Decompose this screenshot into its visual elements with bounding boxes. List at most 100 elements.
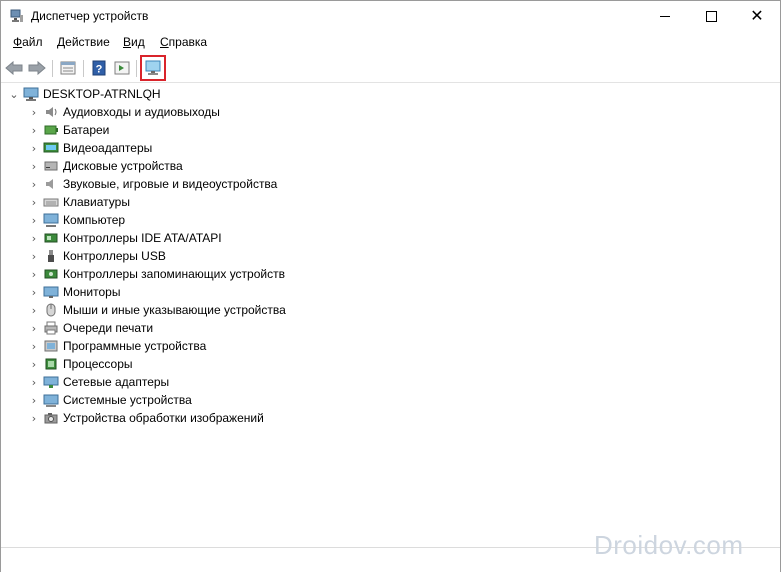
help-button[interactable]: ? bbox=[89, 58, 109, 78]
tree-category-label: Очереди печати bbox=[63, 321, 154, 335]
tree-category-label: Процессоры bbox=[63, 357, 133, 371]
chevron-right-icon[interactable]: › bbox=[27, 103, 41, 121]
chevron-right-icon[interactable]: › bbox=[27, 229, 41, 247]
maximize-button[interactable] bbox=[688, 1, 734, 31]
processor-icon bbox=[43, 356, 59, 372]
chevron-right-icon[interactable]: › bbox=[27, 409, 41, 427]
maximize-icon bbox=[705, 10, 717, 22]
menu-action[interactable]: Действие bbox=[55, 35, 112, 49]
system-device-icon bbox=[43, 392, 59, 408]
properties-button[interactable] bbox=[58, 58, 78, 78]
tree-category-item[interactable]: › Контроллеры запоминающих устройств bbox=[27, 265, 285, 283]
chevron-right-icon[interactable]: › bbox=[27, 337, 41, 355]
forward-arrow-icon bbox=[28, 61, 46, 75]
tree-category-item[interactable]: › Звуковые, игровые и видеоустройства bbox=[27, 175, 278, 193]
minimize-icon bbox=[660, 15, 670, 17]
menu-help[interactable]: Справка bbox=[158, 35, 209, 49]
close-icon: ✕ bbox=[750, 6, 764, 25]
chevron-right-icon[interactable]: › bbox=[27, 283, 41, 301]
scan-hardware-icon bbox=[145, 60, 161, 75]
tree-category-label: Дисковые устройства bbox=[63, 159, 183, 173]
ide-controller-icon bbox=[43, 230, 59, 246]
printer-icon bbox=[43, 320, 59, 336]
menu-bar: Файл Действие Вид Справка bbox=[1, 33, 780, 53]
storage-controller-icon bbox=[43, 266, 59, 282]
tree-category-label: Видеоадаптеры bbox=[63, 141, 153, 155]
tree-category-item[interactable]: › Мониторы bbox=[27, 283, 121, 301]
chevron-right-icon[interactable]: › bbox=[27, 121, 41, 139]
display-adapter-icon bbox=[43, 140, 59, 156]
chevron-right-icon[interactable]: › bbox=[27, 175, 41, 193]
chevron-right-icon[interactable]: › bbox=[27, 301, 41, 319]
close-button[interactable]: ✕ bbox=[734, 1, 780, 31]
device-tree: ⌄ DESKTOP-ATRNLQH › Аудиовходы и аудиовых… bbox=[1, 85, 780, 545]
software-device-icon bbox=[43, 338, 59, 354]
tree-category-item[interactable]: › Батареи bbox=[27, 121, 110, 139]
tree-category-item[interactable]: › Мыши и иные указывающие устройства bbox=[27, 301, 286, 319]
tree-category-label: Программные устройства bbox=[63, 339, 207, 353]
run-action-button[interactable] bbox=[112, 58, 132, 78]
tree-category-label: Компьютер bbox=[63, 213, 126, 227]
tree-category-label: Аудиовходы и аудиовыходы bbox=[63, 105, 220, 119]
tree-root-computer[interactable]: ⌄ DESKTOP-ATRNLQH bbox=[7, 85, 161, 103]
tree-category-item[interactable]: › Сетевые адаптеры bbox=[27, 373, 169, 391]
device-manager-window: Диспетчер устройств ✕ Файл Действие Вид … bbox=[0, 0, 781, 572]
menu-view[interactable]: Вид bbox=[121, 35, 147, 49]
chevron-right-icon[interactable]: › bbox=[27, 355, 41, 373]
tree-category-label: Контроллеры запоминающих устройств bbox=[63, 267, 285, 281]
minimize-button[interactable] bbox=[642, 1, 688, 31]
tree-category-label: Звуковые, игровые и видеоустройства bbox=[63, 177, 278, 191]
chevron-right-icon[interactable]: › bbox=[27, 247, 41, 265]
tree-category-item[interactable]: › Программные устройства bbox=[27, 337, 206, 355]
tree-category-label: Клавиатуры bbox=[63, 195, 130, 209]
tree-category-label: Батареи bbox=[63, 123, 110, 137]
chevron-right-icon[interactable]: › bbox=[27, 139, 41, 157]
monitor-icon bbox=[43, 284, 59, 300]
tree-category-item[interactable]: › Клавиатуры bbox=[27, 193, 130, 211]
menu-file[interactable]: Файл bbox=[11, 35, 45, 49]
help-icon: ? bbox=[92, 60, 106, 76]
tree-category-item[interactable]: › Очереди печати bbox=[27, 319, 153, 337]
tree-category-label: Системные устройства bbox=[63, 393, 192, 407]
keyboard-icon bbox=[43, 194, 59, 210]
toolbar-separator bbox=[83, 60, 84, 77]
tree-category-item[interactable]: › Дисковые устройства bbox=[27, 157, 183, 175]
tree-category-label: Контроллеры USB bbox=[63, 249, 166, 263]
chevron-right-icon[interactable]: › bbox=[27, 211, 41, 229]
run-action-icon bbox=[114, 61, 130, 75]
tree-category-item[interactable]: › Компьютер bbox=[27, 211, 125, 229]
chevron-right-icon[interactable]: › bbox=[27, 391, 41, 409]
tree-category-item[interactable]: › Аудиовходы и аудиовыходы bbox=[27, 103, 220, 121]
window-title: Диспетчер устройств bbox=[31, 9, 149, 23]
chevron-right-icon[interactable]: › bbox=[27, 265, 41, 283]
watermark-text: Droidov.com bbox=[594, 530, 744, 560]
toolbar: ? bbox=[1, 55, 780, 83]
tree-category-label: Устройства обработки изображений bbox=[63, 411, 264, 425]
back-arrow-icon bbox=[5, 61, 23, 75]
tree-category-label: Мониторы bbox=[63, 285, 121, 299]
forward-button[interactable] bbox=[27, 58, 47, 78]
tree-category-item[interactable]: › Устройства обработки изображений bbox=[27, 409, 264, 427]
mouse-icon bbox=[43, 302, 59, 318]
chevron-down-icon[interactable]: ⌄ bbox=[7, 85, 21, 103]
audio-io-icon bbox=[43, 104, 59, 120]
back-button[interactable] bbox=[4, 58, 24, 78]
chevron-right-icon[interactable]: › bbox=[27, 157, 41, 175]
tree-root-label: DESKTOP-ATRNLQH bbox=[43, 87, 161, 101]
properties-icon bbox=[60, 61, 76, 75]
chevron-right-icon[interactable]: › bbox=[27, 373, 41, 391]
tree-category-label: Контроллеры IDE ATA/ATAPI bbox=[63, 231, 222, 245]
tree-category-item[interactable]: › Процессоры bbox=[27, 355, 133, 373]
tree-category-item[interactable]: › Системные устройства bbox=[27, 391, 192, 409]
battery-icon bbox=[43, 122, 59, 138]
camera-icon bbox=[43, 410, 59, 426]
network-adapter-icon bbox=[43, 374, 59, 390]
tree-category-item[interactable]: › Видеоадаптеры bbox=[27, 139, 152, 157]
tree-category-item[interactable]: › Контроллеры USB bbox=[27, 247, 166, 265]
speaker-icon bbox=[43, 176, 59, 192]
tree-category-item[interactable]: › Контроллеры IDE ATA/ATAPI bbox=[27, 229, 222, 247]
device-manager-app-icon bbox=[10, 9, 24, 23]
scan-hardware-button[interactable] bbox=[140, 55, 166, 81]
chevron-right-icon[interactable]: › bbox=[27, 193, 41, 211]
chevron-right-icon[interactable]: › bbox=[27, 319, 41, 337]
